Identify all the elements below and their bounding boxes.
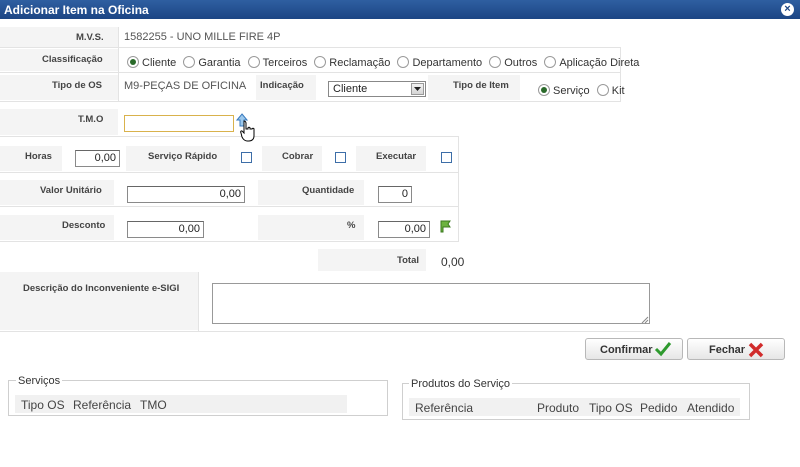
classificacao-radio-group: Cliente Garantia Terceiros Reclamação De… <box>127 56 643 69</box>
row-divider <box>0 206 458 207</box>
calc-flag-icon[interactable] <box>439 219 453 236</box>
radio-departamento[interactable]: Departamento <box>397 56 482 69</box>
check-icon <box>654 341 672 360</box>
row-divider <box>0 331 660 332</box>
radio-outros[interactable]: Outros <box>489 56 537 69</box>
servicos-legend: Serviços <box>16 375 63 387</box>
confirmar-button[interactable]: Confirmar <box>585 338 683 360</box>
valor-unitario-label: Valor Unitário <box>40 185 102 196</box>
classificacao-label: Classificação <box>42 54 103 65</box>
total-label: Total <box>397 255 419 266</box>
x-icon <box>748 342 764 361</box>
desconto-input[interactable]: 0,00 <box>127 221 204 238</box>
dropdown-arrow-icon[interactable] <box>411 83 424 95</box>
servico-rapido-checkbox[interactable] <box>241 152 252 163</box>
radio-button[interactable] <box>489 56 502 68</box>
servicos-header-row <box>15 395 347 413</box>
radio-button[interactable] <box>596 84 609 96</box>
dialog-titlebar: Adicionar Item na Oficina × <box>0 0 800 19</box>
quantidade-label: Quantidade <box>302 185 355 196</box>
descricao-label-cell <box>0 272 198 330</box>
close-icon[interactable]: × <box>781 3 794 16</box>
radio-kit[interactable]: Kit <box>596 84 625 97</box>
radio-aplicacao-direta[interactable]: Aplicação Direta <box>544 56 639 69</box>
tipo-item-radio-group: Serviço Kit <box>538 84 629 97</box>
cursor-icon <box>240 120 256 145</box>
valor-unitario-input[interactable]: 0,00 <box>127 186 245 203</box>
quantidade-input[interactable]: 0 <box>378 186 412 203</box>
tmo-input[interactable] <box>124 115 234 132</box>
radio-terceiros[interactable]: Terceiros <box>247 56 307 69</box>
indicacao-select-value: Cliente <box>333 83 368 95</box>
produtos-col-referencia[interactable]: Referência <box>415 401 473 415</box>
confirmar-label: Confirmar <box>600 344 653 356</box>
tipo-item-label: Tipo de Item <box>453 80 509 91</box>
dialog-title: Adicionar Item na Oficina <box>4 3 149 17</box>
resize-grip-icon[interactable] <box>641 315 649 327</box>
col-divider <box>118 27 119 102</box>
servico-rapido-label: Serviço Rápido <box>148 151 218 162</box>
mvs-value: 1582255 - UNO MILLE FIRE 4P <box>124 31 281 43</box>
descricao-label: Descrição do Inconveniente e-SIGI <box>23 283 180 294</box>
radio-button[interactable] <box>127 56 139 68</box>
fechar-button[interactable]: Fechar <box>687 338 785 360</box>
descricao-textarea[interactable] <box>212 283 650 324</box>
servicos-col-tmo[interactable]: TMO <box>140 398 167 412</box>
fechar-label: Fechar <box>709 344 746 356</box>
radio-button[interactable] <box>314 56 327 68</box>
percent-label: % <box>347 220 356 231</box>
row-divider <box>0 172 458 173</box>
produtos-col-produto[interactable]: Produto <box>537 401 579 415</box>
executar-checkbox[interactable] <box>441 152 452 163</box>
radio-button[interactable] <box>397 56 410 68</box>
radio-cliente[interactable]: Cliente <box>127 56 176 69</box>
radio-servico[interactable]: Serviço <box>538 84 590 97</box>
row-divider <box>0 47 620 48</box>
horas-label: Horas <box>25 151 52 162</box>
mvs-label: M.V.S. <box>76 32 104 43</box>
total-value: 0,00 <box>441 255 465 269</box>
indicacao-label: Indicação <box>260 80 304 91</box>
produtos-col-pedido[interactable]: Pedido <box>640 401 677 415</box>
produtos-col-atendido[interactable]: Atendido <box>687 401 734 415</box>
radio-reclamacao[interactable]: Reclamação <box>314 56 390 69</box>
tipo-os-label: Tipo de OS <box>52 80 102 91</box>
indicacao-select[interactable]: Cliente <box>328 81 426 97</box>
radio-button[interactable] <box>247 56 260 68</box>
radio-garantia[interactable]: Garantia <box>183 56 241 69</box>
col-divider <box>198 272 199 332</box>
row-divider <box>0 241 458 242</box>
radio-button[interactable] <box>183 56 196 68</box>
servicos-col-tipo-os[interactable]: Tipo OS <box>21 398 65 412</box>
produtos-legend: Produtos do Serviço <box>409 378 513 390</box>
cobrar-checkbox[interactable] <box>335 152 346 163</box>
cobrar-label: Cobrar <box>282 151 314 162</box>
produtos-col-tipo-os[interactable]: Tipo OS <box>589 401 633 415</box>
horas-input[interactable]: 0,00 <box>75 150 120 167</box>
row-divider <box>0 136 458 137</box>
servicos-col-referencia[interactable]: Referência <box>73 398 131 412</box>
col-divider <box>458 136 459 242</box>
desconto-label: Desconto <box>62 220 106 231</box>
percent-input[interactable]: 0,00 <box>378 221 430 238</box>
row-divider <box>0 72 620 73</box>
row-divider <box>0 101 620 102</box>
radio-button[interactable] <box>538 84 550 96</box>
tipo-os-value: M9-PEÇAS DE OFICINA <box>124 80 247 92</box>
radio-button[interactable] <box>544 56 557 68</box>
tmo-label: T.M.O <box>78 114 104 125</box>
executar-label: Executar <box>376 151 417 162</box>
